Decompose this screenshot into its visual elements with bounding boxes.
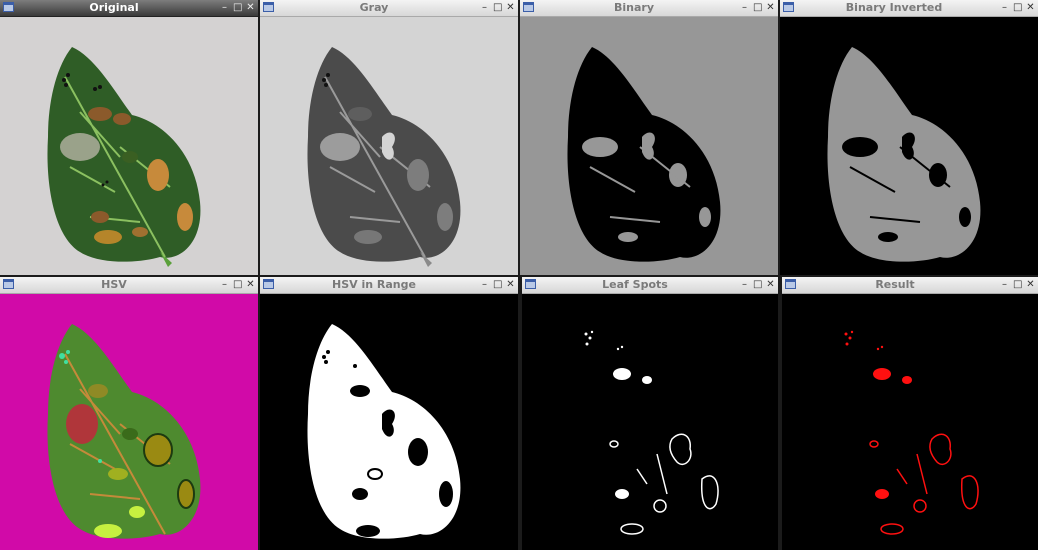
app-icon xyxy=(3,2,14,12)
titlebar[interactable]: Binary – □ ✕ xyxy=(520,0,778,17)
maximize-button[interactable]: □ xyxy=(1013,2,1022,14)
app-icon xyxy=(525,279,536,289)
image-view xyxy=(0,17,258,275)
close-button[interactable]: ✕ xyxy=(246,2,255,14)
spots-image xyxy=(584,330,719,535)
image-view xyxy=(522,294,778,550)
image-view xyxy=(520,17,778,275)
mask-image xyxy=(307,324,461,539)
minimize-button[interactable]: – xyxy=(480,2,489,14)
maximize-button[interactable]: □ xyxy=(493,2,502,14)
app-icon xyxy=(785,279,796,289)
leaf-image xyxy=(307,47,461,267)
close-button[interactable]: ✕ xyxy=(246,279,255,291)
image-view xyxy=(260,17,518,275)
window-title: Original xyxy=(89,1,139,14)
app-icon xyxy=(3,279,14,289)
maximize-button[interactable]: □ xyxy=(233,2,242,14)
minimize-button[interactable]: – xyxy=(1000,2,1009,14)
image-view xyxy=(780,17,1038,275)
minimize-button[interactable]: – xyxy=(220,279,229,291)
window-title: Gray xyxy=(359,1,389,14)
close-button[interactable]: ✕ xyxy=(1026,279,1035,291)
window-title: Result xyxy=(875,278,915,291)
window-leaf-spots[interactable]: Leaf Spots – □ ✕ xyxy=(522,277,778,550)
window-binary[interactable]: Binary – □ ✕ xyxy=(520,0,778,275)
close-button[interactable]: ✕ xyxy=(1026,2,1035,14)
app-icon xyxy=(783,2,794,12)
window-title: Binary Inverted xyxy=(845,1,943,14)
leaf-image xyxy=(827,47,981,262)
close-button[interactable]: ✕ xyxy=(506,2,515,14)
app-icon xyxy=(523,2,534,12)
titlebar[interactable]: Leaf Spots – □ ✕ xyxy=(522,277,778,294)
titlebar[interactable]: HSV – □ ✕ xyxy=(0,277,258,294)
result-image xyxy=(844,330,979,535)
leaf-image xyxy=(47,47,201,267)
minimize-button[interactable]: – xyxy=(1000,279,1009,291)
image-view xyxy=(782,294,1038,550)
titlebar[interactable]: Result – □ ✕ xyxy=(782,277,1038,294)
titlebar[interactable]: Gray – □ ✕ xyxy=(260,0,518,17)
window-title: Binary xyxy=(613,1,654,14)
window-title: HSV in Range xyxy=(332,278,416,291)
window-gray[interactable]: Gray – □ ✕ xyxy=(260,0,518,275)
image-view xyxy=(260,294,518,550)
close-button[interactable]: ✕ xyxy=(766,279,775,291)
maximize-button[interactable]: □ xyxy=(753,279,762,291)
maximize-button[interactable]: □ xyxy=(1013,279,1022,291)
leaf-image xyxy=(567,47,721,262)
window-hsv-in-range[interactable]: HSV in Range – □ ✕ xyxy=(260,277,518,550)
titlebar[interactable]: Original – □ ✕ xyxy=(0,0,258,17)
maximize-button[interactable]: □ xyxy=(753,2,762,14)
window-binary-inverted[interactable]: Binary Inverted – □ ✕ xyxy=(780,0,1038,275)
minimize-button[interactable]: – xyxy=(740,279,749,291)
close-button[interactable]: ✕ xyxy=(766,2,775,14)
app-icon xyxy=(263,2,274,12)
minimize-button[interactable]: – xyxy=(740,2,749,14)
window-result[interactable]: Result – □ ✕ xyxy=(782,277,1038,550)
window-hsv[interactable]: HSV – □ ✕ xyxy=(0,277,258,550)
titlebar[interactable]: Binary Inverted – □ ✕ xyxy=(780,0,1038,17)
maximize-button[interactable]: □ xyxy=(493,279,502,291)
leaf-image xyxy=(47,324,201,539)
window-original[interactable]: Original – □ ✕ xyxy=(0,0,258,275)
titlebar[interactable]: HSV in Range – □ ✕ xyxy=(260,277,518,294)
window-title: Leaf Spots xyxy=(602,278,668,291)
minimize-button[interactable]: – xyxy=(480,279,489,291)
app-icon xyxy=(263,279,274,289)
minimize-button[interactable]: – xyxy=(220,2,229,14)
window-title: HSV xyxy=(101,278,127,291)
close-button[interactable]: ✕ xyxy=(506,279,515,291)
image-view xyxy=(0,294,258,550)
maximize-button[interactable]: □ xyxy=(233,279,242,291)
